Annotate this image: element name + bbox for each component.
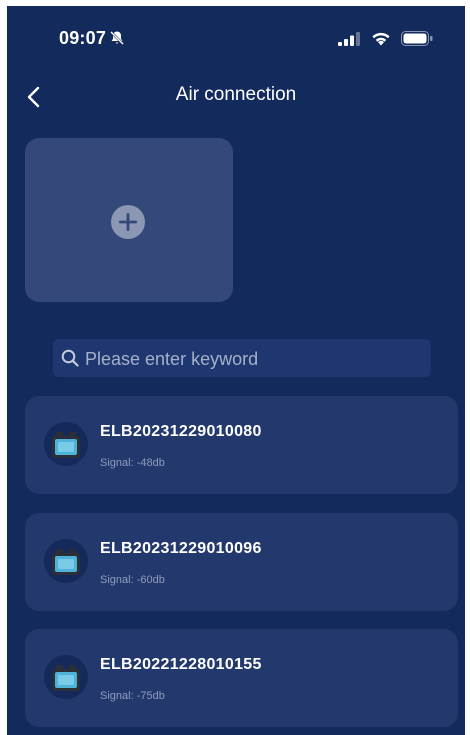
plus-circle-icon [111, 205, 145, 239]
status-bar: 09:07 [7, 6, 465, 70]
device-name: ELB20221228010155 [100, 656, 262, 673]
battery-device-icon [44, 422, 88, 466]
device-name: ELB20231229010080 [100, 423, 262, 440]
device-list-item[interactable]: ELB20221228010155 Signal: -75db [25, 629, 458, 727]
page-title: Air connection [175, 84, 297, 105]
device-signal: Signal: -75db [100, 690, 165, 702]
battery-device-icon [44, 655, 88, 699]
add-device-button[interactable] [25, 138, 233, 302]
device-list-item[interactable]: ELB20231229010080 Signal: -48db [25, 396, 458, 494]
battery-device-icon [44, 539, 88, 583]
app-screen: 09:07 Air connection Please enter keywor… [7, 6, 465, 735]
wifi-icon [372, 32, 390, 46]
device-name: ELB20231229010096 [100, 540, 262, 557]
search-input[interactable] [83, 339, 427, 379]
search-icon [61, 349, 79, 367]
device-signal: Signal: -60db [100, 574, 165, 586]
status-time: 09:07 [59, 28, 107, 48]
cellular-signal-icon [338, 32, 360, 46]
device-list-item[interactable]: ELB20231229010096 Signal: -60db [25, 513, 458, 611]
bell-slash-icon [110, 31, 124, 45]
device-signal: Signal: -48db [100, 457, 165, 469]
battery-icon [401, 31, 433, 46]
search-bar [53, 339, 431, 379]
